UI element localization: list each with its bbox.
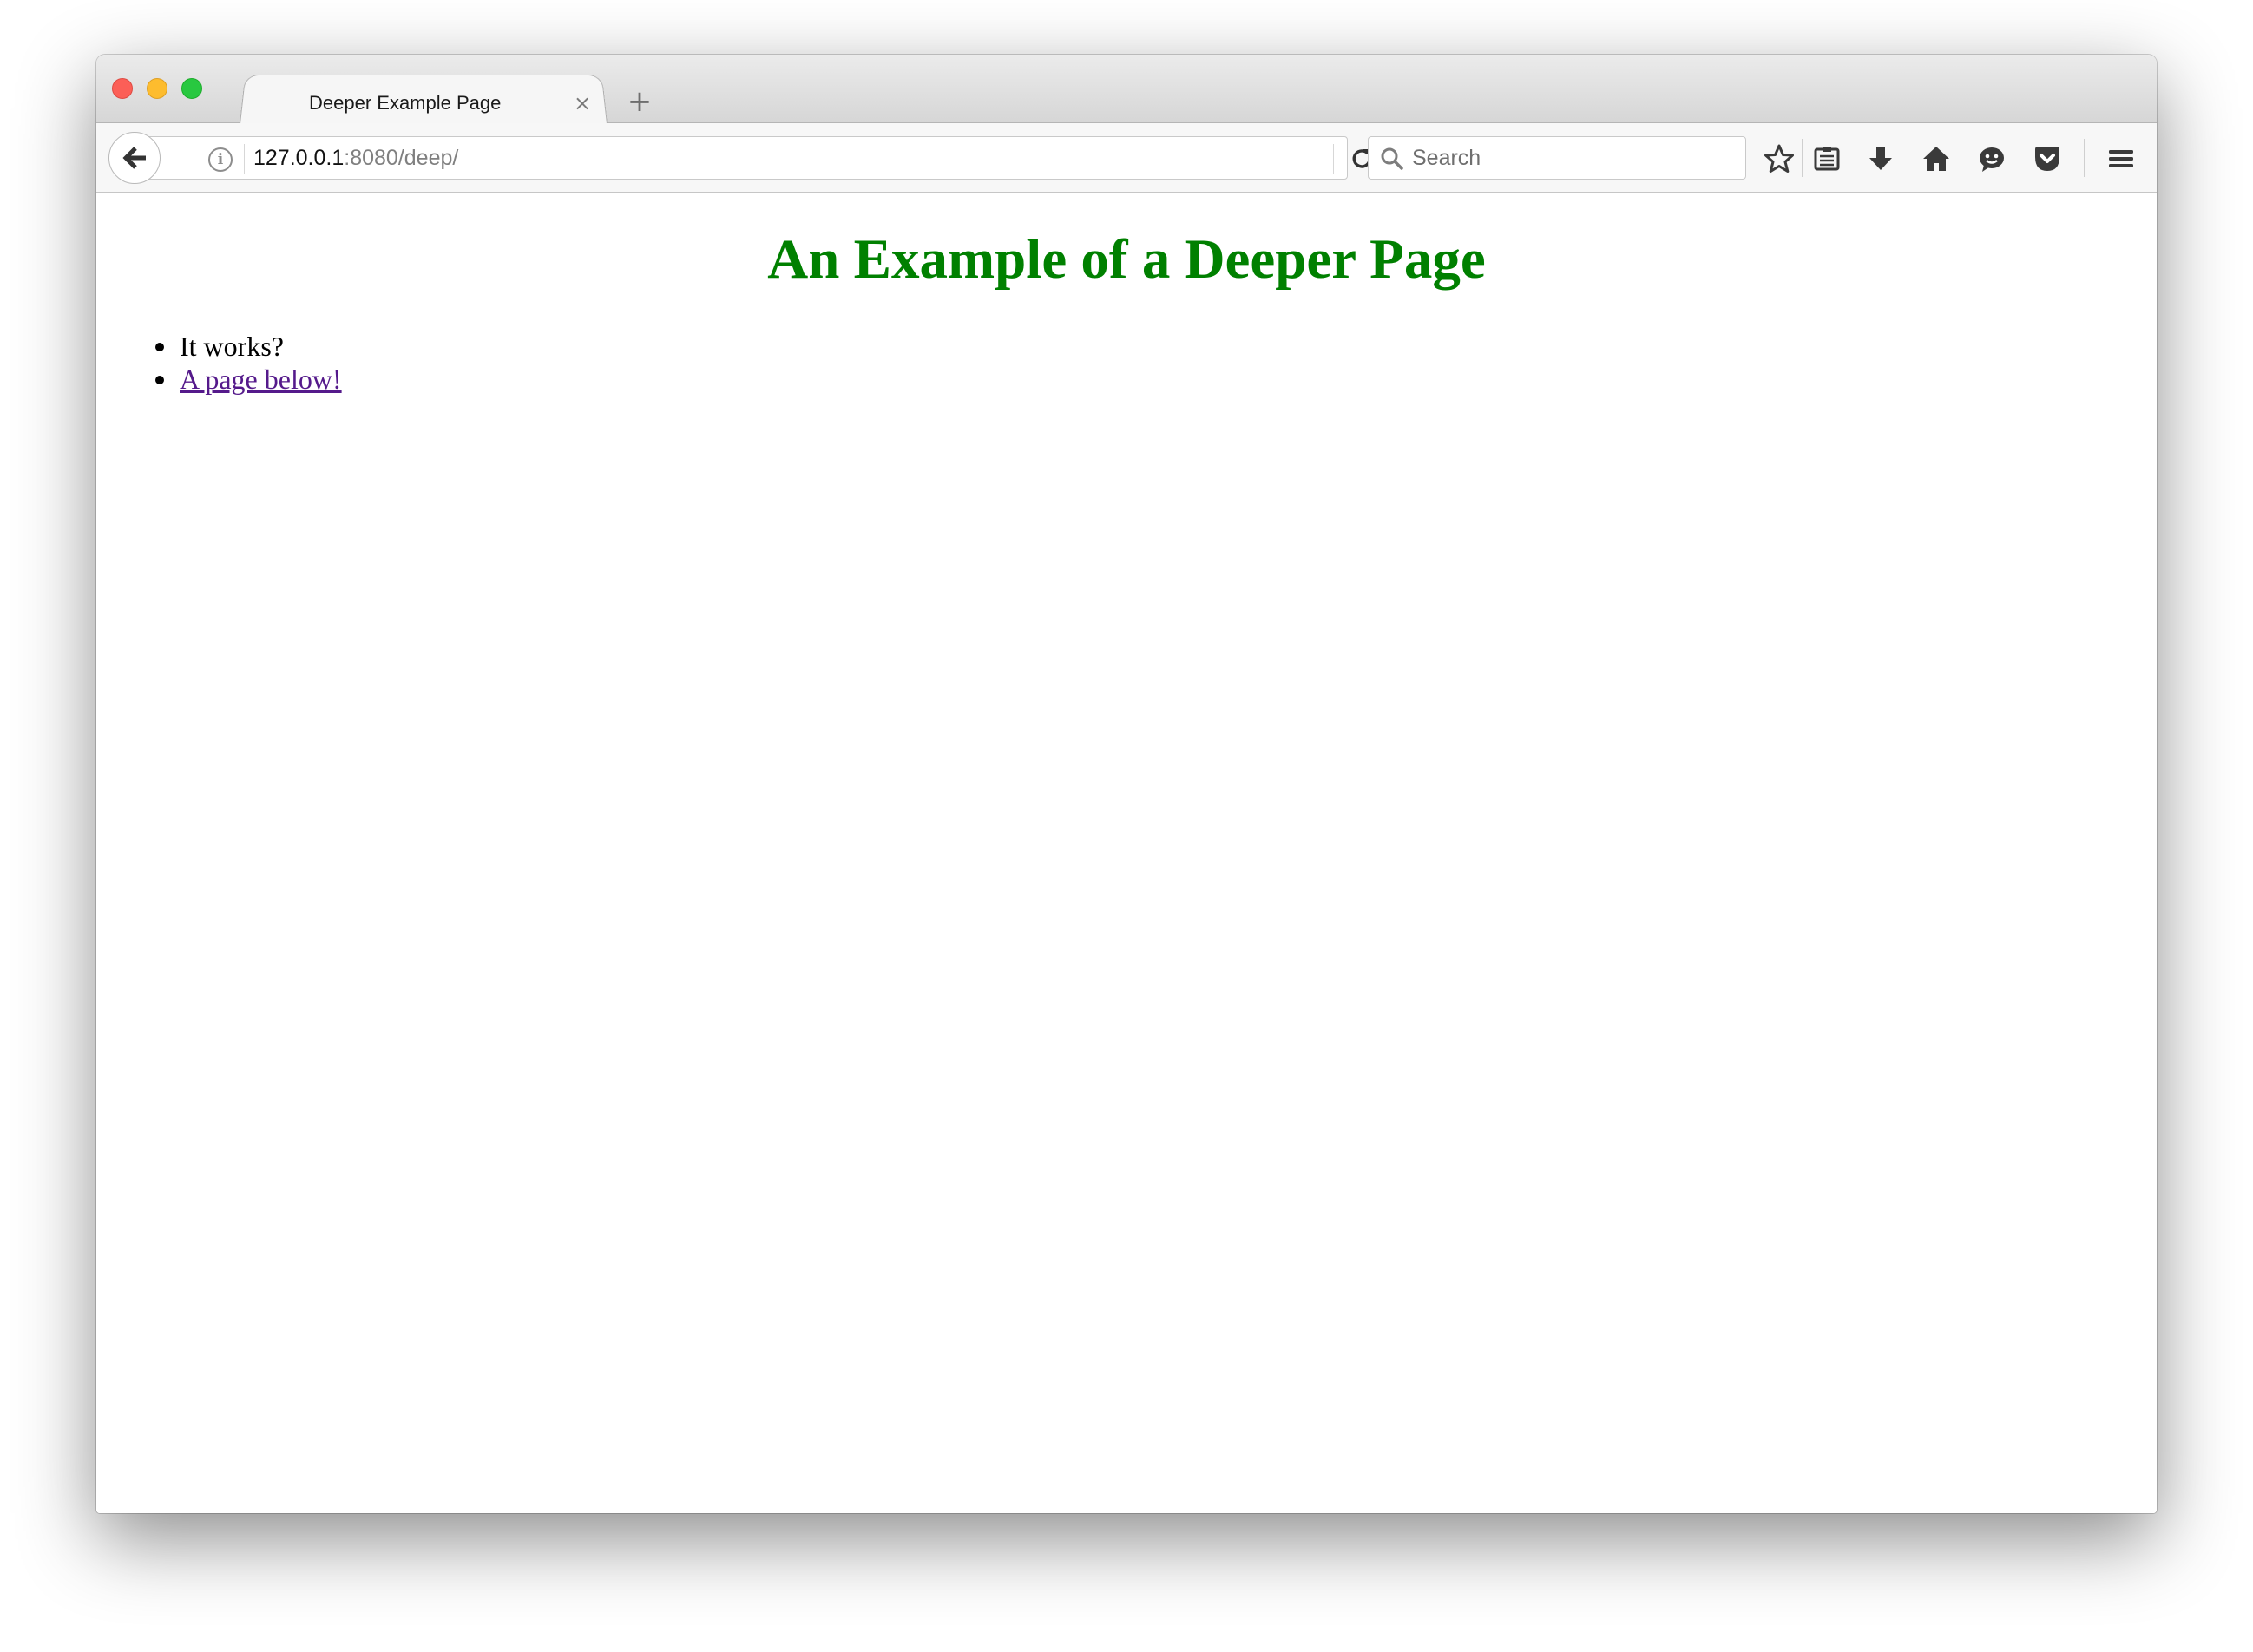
url-text[interactable]: 127.0.0.1:8080/deep/: [253, 137, 458, 179]
bookmark-star-icon[interactable]: [1760, 140, 1798, 178]
back-arrow-icon: [122, 147, 146, 169]
page-content: An Example of a Deeper Page It works? A …: [96, 193, 2157, 1513]
browser-window: Deeper Example Page × + i 127.0.0.1:8080…: [96, 55, 2157, 1513]
search-bar[interactable]: [1368, 136, 1746, 180]
close-window-button[interactable]: [112, 78, 133, 99]
toolbar-divider: [1802, 139, 1803, 177]
nav-toolbar: i 127.0.0.1:8080/deep/: [96, 123, 2157, 193]
search-input[interactable]: [1412, 137, 1733, 179]
list-item: A page below!: [155, 363, 342, 396]
url-host: 127.0.0.1: [253, 146, 345, 170]
tab-close-icon[interactable]: ×: [565, 86, 600, 121]
bullet-icon: [155, 343, 164, 351]
page-list: It works? A page below!: [155, 330, 342, 396]
list-item: It works?: [155, 330, 342, 363]
home-icon[interactable]: [1917, 140, 1955, 178]
new-tab-button[interactable]: +: [621, 82, 659, 121]
url-bar[interactable]: i 127.0.0.1:8080/deep/: [135, 136, 1371, 180]
chat-icon[interactable]: [1973, 140, 2011, 178]
back-button[interactable]: [108, 132, 161, 184]
pocket-icon[interactable]: [2028, 140, 2066, 178]
page-title: An Example of a Deeper Page: [767, 228, 1486, 291]
tab-strip: Deeper Example Page × +: [96, 55, 2157, 124]
page-below-link[interactable]: A page below!: [180, 364, 342, 395]
reload-divider: [1333, 144, 1334, 174]
url-path: :8080/deep/: [344, 146, 459, 170]
list-item-text: It works?: [180, 331, 284, 362]
minimize-window-button[interactable]: [147, 78, 167, 99]
download-icon[interactable]: [1862, 140, 1900, 178]
hamburger-menu-icon[interactable]: [2102, 140, 2140, 178]
reading-list-icon[interactable]: [1808, 140, 1846, 178]
url-divider: [244, 144, 245, 174]
toolbar-divider: [2084, 139, 2085, 177]
tab-title[interactable]: Deeper Example Page: [309, 86, 517, 121]
maximize-window-button[interactable]: [181, 78, 202, 99]
search-icon: [1379, 146, 1405, 172]
bullet-icon: [155, 376, 164, 384]
info-icon[interactable]: i: [208, 148, 233, 172]
